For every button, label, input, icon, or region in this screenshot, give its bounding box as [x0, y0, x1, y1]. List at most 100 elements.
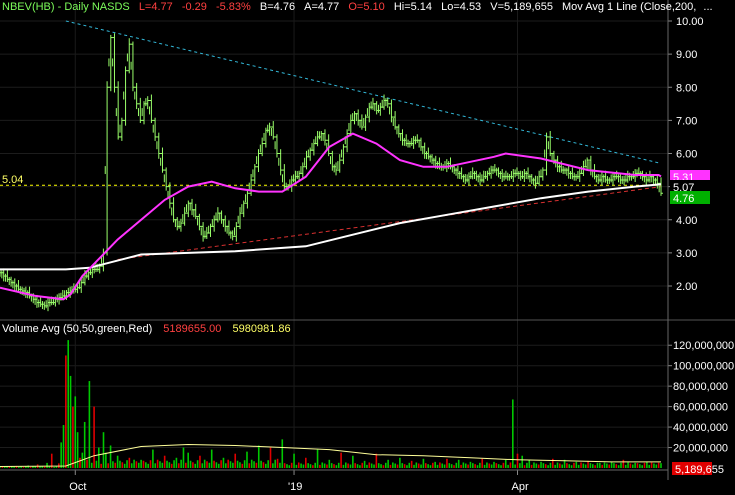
volume-bar[interactable] [582, 463, 585, 468]
volume-bar[interactable] [340, 452, 342, 468]
volume-bar[interactable] [97, 447, 100, 468]
volume-bar[interactable] [380, 464, 382, 468]
volume-bar[interactable] [356, 464, 359, 468]
volume-bar[interactable] [577, 464, 580, 468]
volume-bar[interactable] [606, 463, 608, 468]
volume-bar[interactable] [119, 460, 121, 468]
volume-bar[interactable] [352, 455, 354, 468]
volume-bar[interactable] [613, 463, 615, 468]
volume-bar[interactable] [149, 460, 152, 468]
volume-bar[interactable] [530, 464, 533, 468]
volume-bar[interactable] [627, 462, 629, 468]
volume-bar[interactable] [217, 463, 220, 468]
volume-bar[interactable] [22, 467, 25, 468]
volume-bar[interactable] [67, 340, 70, 468]
volume-bar[interactable] [333, 464, 335, 468]
volume-bar[interactable] [415, 462, 418, 468]
volume-bar[interactable] [260, 460, 262, 468]
volume-bar[interactable] [109, 445, 112, 468]
volume-bar[interactable] [344, 462, 347, 468]
volume-bar[interactable] [603, 462, 606, 468]
volume-bar[interactable] [300, 463, 302, 468]
volume-bar[interactable] [239, 462, 241, 468]
volume-bar[interactable] [161, 462, 164, 468]
volume-bar[interactable] [521, 455, 524, 468]
volume-bar[interactable] [631, 464, 634, 468]
volume-bar[interactable] [147, 463, 149, 468]
volume-bar[interactable] [469, 461, 472, 468]
volume-bar[interactable] [495, 463, 498, 468]
volume-bar[interactable] [394, 463, 396, 468]
stock-chart[interactable]: 10.009.008.007.006.005.004.003.002.00120… [0, 0, 735, 495]
volume-bar[interactable] [182, 447, 185, 468]
volume-bar[interactable] [488, 463, 491, 468]
volume-bar[interactable] [594, 465, 596, 468]
volume-bar[interactable] [368, 462, 371, 468]
volume-bar[interactable] [173, 460, 175, 468]
volume-bar[interactable] [20, 466, 22, 468]
volume-bar[interactable] [246, 451, 248, 468]
volume-bar[interactable] [69, 375, 72, 468]
volume-bar[interactable] [641, 465, 643, 468]
volume-bar[interactable] [373, 464, 375, 468]
volume-bar[interactable] [399, 457, 401, 468]
volume-bar[interactable] [375, 453, 378, 468]
volume-bar[interactable] [413, 464, 415, 468]
volume-bar[interactable] [382, 465, 385, 468]
volume-bar[interactable] [330, 463, 333, 468]
volume-bar[interactable] [363, 460, 366, 468]
volume-bar[interactable] [566, 463, 568, 468]
volume-bar[interactable] [575, 461, 578, 468]
volume-bar[interactable] [199, 455, 201, 468]
volume-panel[interactable] [0, 340, 662, 468]
volume-bar[interactable] [337, 462, 340, 468]
volume-bar[interactable] [145, 462, 147, 468]
volume-bar[interactable] [46, 462, 48, 468]
volume-bar[interactable] [65, 355, 67, 468]
volume-bar[interactable] [0, 467, 1, 468]
volume-bar[interactable] [542, 463, 545, 468]
volume-bar[interactable] [660, 463, 662, 468]
volume-bar[interactable] [276, 458, 279, 468]
volume-bar[interactable] [523, 465, 526, 468]
volume-bar[interactable] [135, 461, 138, 468]
volume-bar[interactable] [215, 462, 218, 468]
study-more[interactable]: ... [703, 1, 712, 13]
volume-bar[interactable] [408, 462, 411, 468]
volume-bar[interactable] [250, 459, 253, 468]
volume-bar[interactable] [424, 463, 427, 468]
volume-bar[interactable] [599, 462, 601, 468]
volume-bar[interactable] [180, 459, 182, 468]
volume-bar[interactable] [556, 462, 559, 468]
volume-bar[interactable] [620, 462, 622, 468]
volume-bar[interactable] [384, 462, 387, 468]
volume-bar[interactable] [457, 459, 460, 468]
volume-bar[interactable] [74, 396, 77, 468]
volume-bar[interactable] [568, 464, 571, 468]
volume-bar[interactable] [76, 432, 79, 468]
volume-bar[interactable] [29, 466, 32, 468]
volume-bar[interactable] [13, 466, 15, 468]
volume-bar[interactable] [323, 463, 326, 468]
volume-bar[interactable] [476, 465, 479, 468]
volume-bar[interactable] [436, 464, 439, 468]
volume-bar[interactable] [472, 463, 474, 468]
volume-bar[interactable] [655, 464, 658, 468]
volume-bar[interactable] [533, 462, 535, 468]
volume-bar[interactable] [220, 460, 222, 468]
volume-bar[interactable] [554, 464, 556, 468]
volume-bar[interactable] [589, 463, 592, 468]
volume-bar[interactable] [177, 463, 180, 468]
volume-bar[interactable] [512, 399, 514, 468]
sma200-line[interactable] [0, 183, 662, 271]
volume-bar[interactable] [401, 463, 404, 468]
volume-bar[interactable] [361, 462, 364, 468]
volume-bar[interactable] [486, 462, 488, 468]
volume-bar[interactable] [262, 462, 265, 468]
volume-bar[interactable] [255, 462, 258, 468]
volume-bar[interactable] [241, 463, 244, 468]
volume-bar[interactable] [650, 462, 653, 468]
volume-bar[interactable] [295, 464, 298, 468]
volume-bar[interactable] [279, 462, 281, 468]
volume-bar[interactable] [464, 463, 467, 468]
